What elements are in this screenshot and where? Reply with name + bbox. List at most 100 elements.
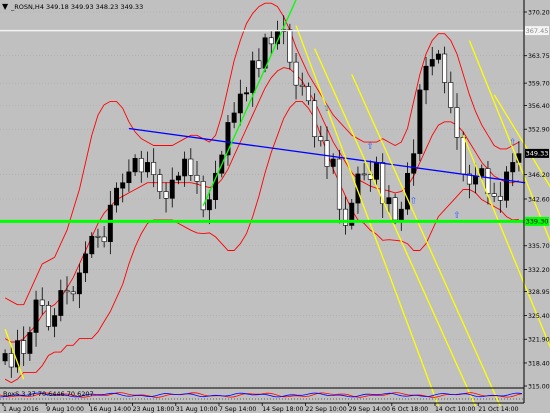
arrow-marker: ⇧ xyxy=(509,138,517,148)
candle-body xyxy=(256,60,262,69)
candle-body xyxy=(448,82,454,108)
candle-body xyxy=(64,290,70,293)
arrow-marker: ⇧ xyxy=(410,197,418,207)
candle-body xyxy=(460,137,466,175)
time-tick-label: 9 Aug 10:00 xyxy=(46,406,84,413)
indicator-title: BoxS 3 37 70.6446 70.6207 xyxy=(3,390,94,398)
candle-body xyxy=(318,136,324,142)
candle-body xyxy=(250,60,256,93)
price-tick-label: 370.20 xyxy=(528,9,550,16)
symbol-menu-icon[interactable]: ▼ xyxy=(2,2,9,11)
candle-body xyxy=(175,175,181,181)
candle-body xyxy=(268,37,274,45)
time-tick-label: 16 Aug 14:00 xyxy=(89,406,131,413)
candle-body xyxy=(76,272,82,295)
green-level-tag: 339.30 xyxy=(525,216,549,226)
candle-body xyxy=(305,86,311,102)
price-tick-label: 342.60 xyxy=(528,196,550,203)
candle-body xyxy=(182,158,188,177)
candle-body xyxy=(206,199,212,211)
candle-body xyxy=(299,84,305,87)
candle-body xyxy=(70,291,76,295)
candle-body xyxy=(411,153,417,174)
price-tick-label: 363.75 xyxy=(528,53,550,60)
price-tick-label: 356.40 xyxy=(528,103,550,110)
candle-body xyxy=(237,93,243,114)
arrow-marker: ⇧ xyxy=(453,211,461,221)
time-tick-label: 29 Sep 14:00 xyxy=(349,406,390,413)
candle-body xyxy=(287,29,293,63)
candle-body xyxy=(479,168,485,177)
white-level-tag: 367.45 xyxy=(525,26,549,36)
candle-body xyxy=(510,162,516,173)
candle-body xyxy=(120,182,126,189)
candle-body xyxy=(386,197,392,205)
candle-body xyxy=(497,195,503,201)
candle-body xyxy=(188,158,194,176)
candle-body xyxy=(361,173,367,176)
candle-body xyxy=(293,61,299,86)
white-level-label: 367.45 xyxy=(526,27,549,35)
price-tick-label: 359.70 xyxy=(528,80,550,87)
candle-body xyxy=(504,171,509,201)
price-tick-label: 325.40 xyxy=(528,313,550,320)
candle-body xyxy=(95,235,101,238)
price-tick-label: 318.40 xyxy=(528,360,550,367)
candle-body xyxy=(435,53,441,60)
candle-body xyxy=(429,59,435,67)
candle-body xyxy=(126,171,132,184)
chart-title: _ROSN,H4 349.18 349.93 348.23 349.33 xyxy=(10,3,143,11)
candle-body xyxy=(336,158,342,210)
candle-body xyxy=(454,107,460,138)
price-tick-label: 321.90 xyxy=(528,337,550,344)
time-tick-label: 1 Aug 2016 xyxy=(3,406,39,413)
time-tick-label: 22 Sep 10:00 xyxy=(305,406,346,413)
price-chart[interactable]: ⇧⇧⇧⇧⇧⇧ 370.20363.75359.70356.40352.90346… xyxy=(0,0,550,413)
candle-body xyxy=(343,208,349,226)
candle-body xyxy=(374,162,379,180)
candle-body xyxy=(58,290,64,316)
time-tick-label: 23 Aug 18:00 xyxy=(133,406,175,413)
candle-body xyxy=(312,100,318,137)
candle-body xyxy=(151,162,157,175)
price-tick-label: 328.95 xyxy=(528,289,550,296)
time-tick-label: 14 Oct 10:00 xyxy=(435,406,475,413)
candle-body xyxy=(107,204,113,242)
candle-body xyxy=(45,305,51,327)
candle-body xyxy=(39,299,45,306)
candle-body xyxy=(8,353,14,368)
arrow-marker: ⇧ xyxy=(323,104,331,114)
price-tick-label: 352.90 xyxy=(528,127,550,134)
time-tick-label: 31 Aug 10:00 xyxy=(176,406,218,413)
candle-body xyxy=(330,158,336,167)
candle-body xyxy=(324,140,330,167)
price-tick-label: 332.20 xyxy=(528,267,550,274)
candle-body xyxy=(114,187,119,206)
candle-body xyxy=(145,162,150,173)
candle-body xyxy=(231,112,237,123)
chart-background xyxy=(0,0,550,413)
green-level-label: 339.30 xyxy=(526,218,549,226)
candle-body xyxy=(33,299,39,333)
candle-body xyxy=(101,236,107,242)
arrow-marker: ⇧ xyxy=(367,142,375,152)
price-tick-label: 315.00 xyxy=(528,383,550,390)
current-price-label: 349.33 xyxy=(526,150,549,158)
candle-body xyxy=(83,253,89,274)
candle-body xyxy=(169,179,175,199)
candle-body xyxy=(27,332,33,354)
current-price-tag: 349.33 xyxy=(525,148,549,158)
candle-body xyxy=(417,89,423,154)
candle-body xyxy=(423,65,429,91)
time-tick-label: 21 Oct 14:00 xyxy=(478,406,518,413)
candle-body xyxy=(163,191,169,199)
candle-body xyxy=(485,168,491,194)
candle-body xyxy=(491,193,497,197)
candle-body xyxy=(392,197,398,221)
time-tick-label: 7 Sep 14:00 xyxy=(219,406,256,413)
candle-body xyxy=(398,208,404,221)
candle-body xyxy=(21,340,27,354)
candle-body xyxy=(138,158,144,173)
price-tick-label: 335.70 xyxy=(528,243,550,250)
candle-body xyxy=(244,92,249,95)
